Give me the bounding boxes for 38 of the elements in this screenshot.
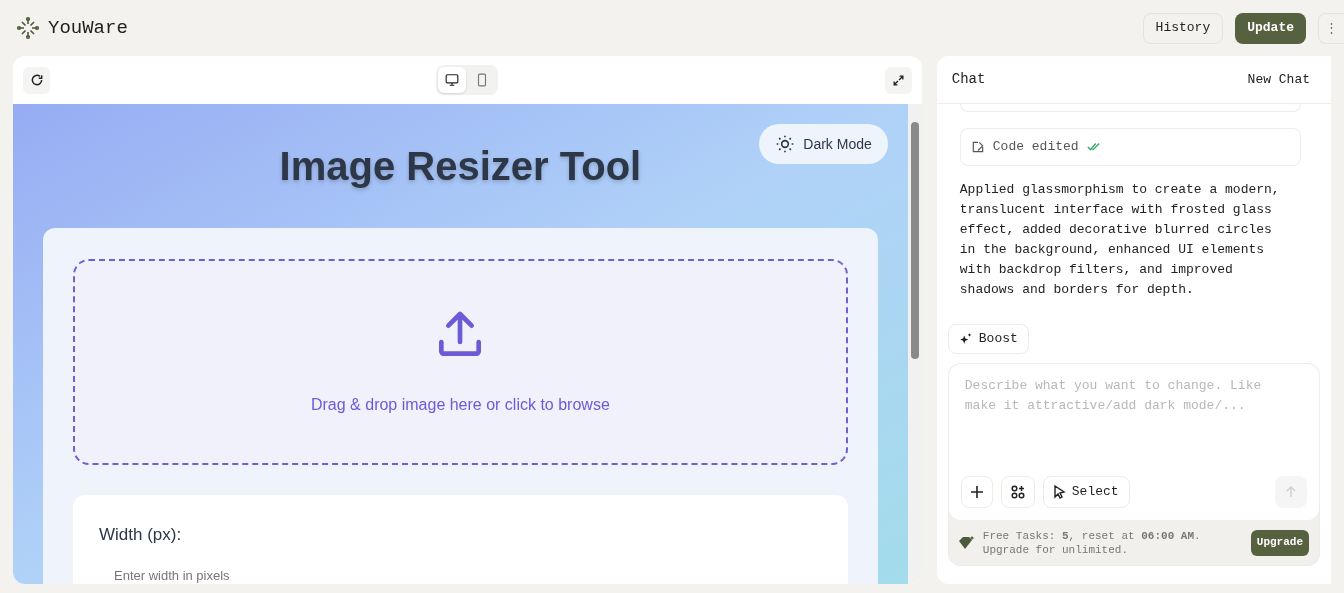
quota-text: Free Tasks: 5, reset at 06:00 AM. Upgrade for unlimited. [982,528,1202,557]
select-button[interactable]: Select [1042,476,1130,508]
refresh-icon [29,73,44,87]
edit-icon [970,140,985,154]
dark-mode-button[interactable]: Dark Mode [759,124,888,164]
plus-icon [970,486,983,498]
sun-icon [775,134,796,154]
double-check-icon [1086,142,1101,152]
components-button[interactable] [1000,476,1035,508]
device-toggle[interactable] [438,67,467,93]
cursor-icon [1053,485,1066,499]
logo-icon [16,16,40,40]
sparkle-icon [958,332,973,346]
chat-title: Chat [951,70,986,89]
status-text: Code edited [992,138,1079,157]
expand-icon [891,73,905,87]
monitor-icon [445,73,460,87]
expand-button[interactable] [884,66,912,94]
prompt-input[interactable]: Describe what you want to change. Like make it attractive/add dark mode/... [960,376,1281,476]
boost-button[interactable]: Boost [947,324,1029,354]
more-button[interactable]: ⋮ [1318,12,1344,44]
add-button[interactable] [960,476,993,508]
app-name: YouWare [48,15,128,41]
drop-zone[interactable]: Drag & drop image here or click to browse [73,259,848,465]
assistant-message: Applied glassmorphism to create a modern, translucent interface with frosted glass effect, added decorative blurred circles in the background, enhanced UI elements with backdrop filters, and improved shadows and borders for depth. [959,181,1281,299]
update-button[interactable]: Update [1235,12,1306,44]
shapes-icon [1010,485,1025,499]
width-input[interactable]: Enter width in pixels [99,565,499,584]
history-button[interactable]: History [1142,12,1224,44]
arrow-up-icon [1285,486,1297,498]
width-label: Width (px): [99,524,183,546]
gem-icon [958,535,975,550]
page-title: Image Resizer Tool [279,143,642,190]
upgrade-button[interactable]: Upgrade [1250,529,1309,556]
prompt-box[interactable]: Describe what you want to change. Like make it attractive/add dark mode/... Select [948,364,1319,520]
drop-zone-text: Drag & drop image here or click to browse [311,395,610,415]
refresh-button[interactable] [23,66,50,94]
new-chat-button[interactable]: New Chat [1247,69,1310,90]
